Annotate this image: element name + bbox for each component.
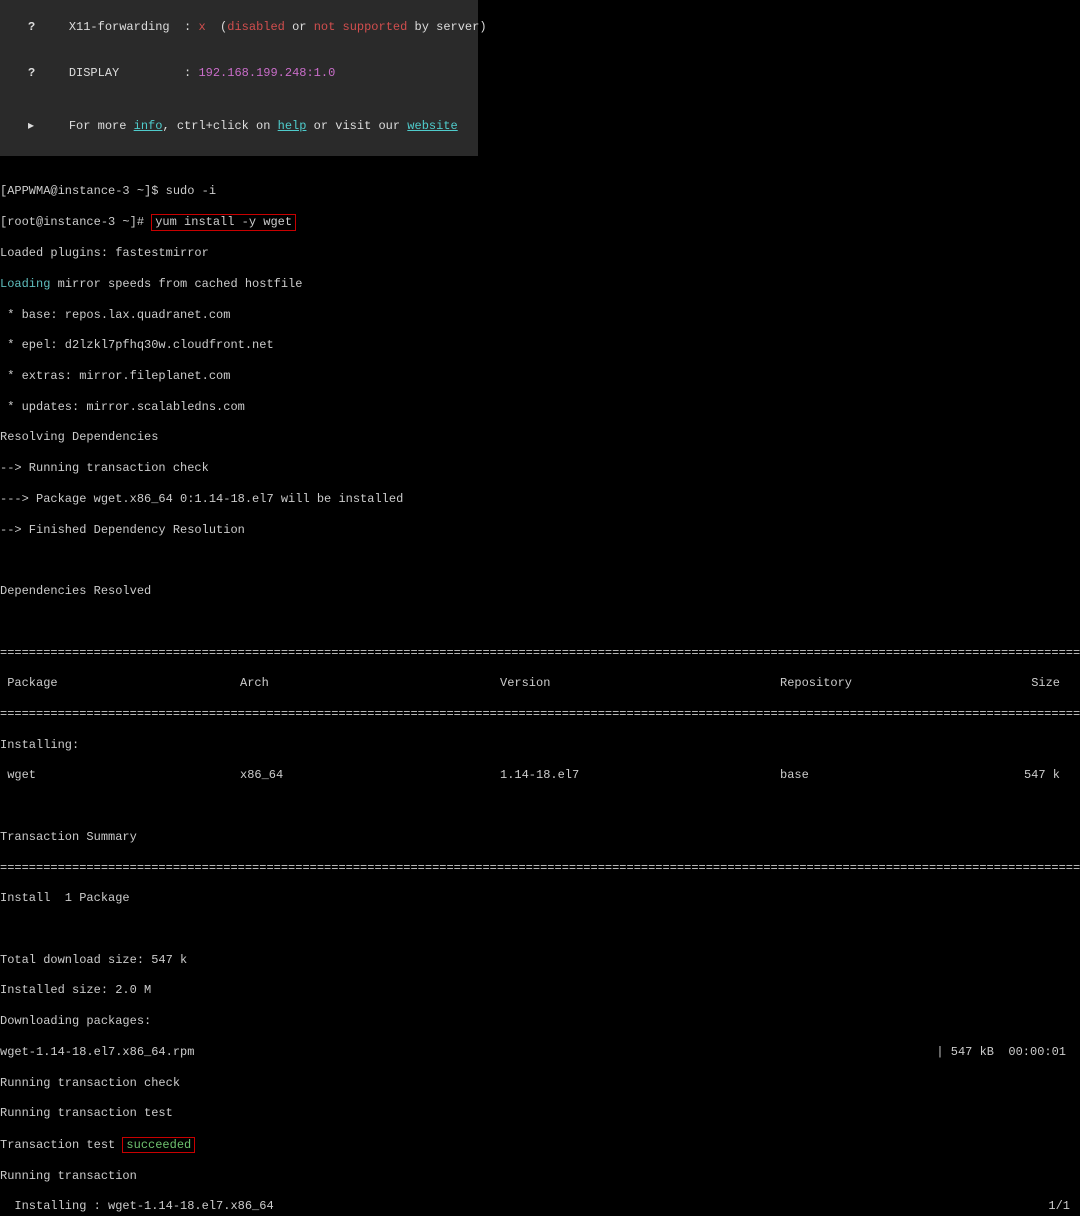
website-link[interactable]: website bbox=[407, 119, 457, 133]
blank-line bbox=[0, 799, 1080, 814]
triangle-icon: ▸ bbox=[28, 119, 34, 135]
display-row: ? DISPLAY : 192.168.199.248:1.0 bbox=[0, 51, 478, 98]
output-line: * base: repos.lax.quadranet.com bbox=[0, 308, 1080, 323]
col-version: Version bbox=[500, 676, 780, 691]
output-line: * updates: mirror.scalabledns.com bbox=[0, 400, 1080, 415]
row-arch: x86_64 bbox=[240, 768, 500, 783]
colon: : bbox=[184, 66, 191, 80]
blank-line bbox=[0, 922, 1080, 937]
rpm-progress: | 547 kB 00:00:01 bbox=[926, 1045, 1066, 1060]
help-link[interactable]: help bbox=[278, 119, 307, 133]
display-label: DISPLAY bbox=[69, 66, 119, 80]
prompt-line: [root@instance-3 ~]# yum install -y wget bbox=[0, 214, 1080, 230]
output-line: * extras: mirror.fileplanet.com bbox=[0, 369, 1080, 384]
col-size: Size bbox=[1000, 676, 1060, 691]
more-mid: , ctrl+click on bbox=[162, 119, 277, 133]
output-line: Dependencies Resolved bbox=[0, 584, 1080, 599]
question-icon: ? bbox=[28, 66, 35, 82]
output-line: * epel: d2lzkl7pfhq30w.cloudfront.net bbox=[0, 338, 1080, 353]
loading-rest: mirror speeds from cached hostfile bbox=[50, 277, 302, 291]
installed-size: Installed size: 2.0 M bbox=[0, 983, 1080, 998]
output-line: Loading mirror speeds from cached hostfi… bbox=[0, 277, 1080, 292]
col-package: Package bbox=[0, 676, 240, 691]
tx-test-label: Transaction test bbox=[0, 1138, 122, 1152]
col-arch: Arch bbox=[240, 676, 500, 691]
total-download: Total download size: 547 k bbox=[0, 953, 1080, 968]
colon: : bbox=[184, 20, 191, 34]
more-or: or visit our bbox=[306, 119, 407, 133]
prompt-line: [APPWMA@instance-3 ~]$ sudo -i bbox=[0, 184, 1080, 199]
output-line: Running transaction check bbox=[0, 1076, 1080, 1091]
x11-label: X11-forwarding bbox=[69, 20, 170, 34]
rpm-name: wget-1.14-18.el7.x86_64.rpm bbox=[0, 1045, 926, 1060]
row-size: 547 k bbox=[1000, 768, 1060, 783]
install-step: Installing : wget-1.14-18.el7.x86_641/1 bbox=[0, 1199, 1080, 1214]
ssh-info-box: ? X11-forwarding : x (disabled or not sup… bbox=[0, 0, 478, 156]
tx-test-line: Transaction test succeeded bbox=[0, 1137, 1080, 1153]
x11-notsupported: not supported bbox=[314, 20, 408, 34]
installing-label: Installing: bbox=[0, 738, 1080, 753]
output-line: Running transaction test bbox=[0, 1106, 1080, 1121]
x11-by: by server) bbox=[407, 20, 486, 34]
paren-open: ( bbox=[206, 20, 228, 34]
output-line: --> Finished Dependency Resolution bbox=[0, 523, 1080, 538]
display-value: 192.168.199.248:1.0 bbox=[198, 66, 335, 80]
output-line: --> Running transaction check bbox=[0, 461, 1080, 476]
root-prompt: [root@instance-3 ~]# bbox=[0, 215, 151, 229]
x11-row: ? X11-forwarding : x (disabled or not sup… bbox=[0, 4, 478, 51]
user-prompt: [APPWMA@instance-3 ~]$ bbox=[0, 184, 166, 198]
info-link[interactable]: info bbox=[134, 119, 163, 133]
row-package: wget bbox=[0, 768, 240, 783]
rpm-line: wget-1.14-18.el7.x86_64.rpm| 547 kB 00:0… bbox=[0, 1045, 1080, 1060]
col-repo: Repository bbox=[780, 676, 1000, 691]
table-bar: ========================================… bbox=[0, 707, 1080, 722]
yum-install-highlight: yum install -y wget bbox=[151, 214, 296, 230]
row-repo: base bbox=[780, 768, 1000, 783]
x-icon: x bbox=[198, 20, 205, 34]
row-version: 1.14-18.el7 bbox=[500, 768, 780, 783]
install-count: Install 1 Package bbox=[0, 891, 1080, 906]
table-bar: ========================================… bbox=[0, 861, 1080, 876]
tx-summary: Transaction Summary bbox=[0, 830, 1080, 845]
step-count: 1/1 bbox=[1040, 1199, 1070, 1214]
table-bar: ========================================… bbox=[0, 646, 1080, 661]
succeeded-highlight: succeeded bbox=[122, 1137, 195, 1153]
loading-word: Loading bbox=[0, 277, 50, 291]
x11-disabled: disabled bbox=[227, 20, 285, 34]
question-icon: ? bbox=[28, 20, 35, 36]
blank-line bbox=[0, 553, 1080, 568]
table-header: PackageArchVersionRepositorySize bbox=[0, 676, 1080, 691]
output-line: Running transaction bbox=[0, 1169, 1080, 1184]
output-line: Resolving Dependencies bbox=[0, 430, 1080, 445]
more-prefix: For more bbox=[69, 119, 134, 133]
terminal-output[interactable]: [APPWMA@instance-3 ~]$ sudo -i [root@ins… bbox=[0, 168, 1080, 1216]
more-info-row: ▸ For more info, ctrl+click on help or vi… bbox=[0, 104, 478, 151]
x11-or: or bbox=[285, 20, 314, 34]
step-label: Installing : wget-1.14-18.el7.x86_64 bbox=[0, 1199, 1040, 1214]
sudo-cmd: sudo -i bbox=[166, 184, 216, 198]
blank-line bbox=[0, 615, 1080, 630]
downloading: Downloading packages: bbox=[0, 1014, 1080, 1029]
output-line: Loaded plugins: fastestmirror bbox=[0, 246, 1080, 261]
table-row: wgetx86_641.14-18.el7base547 k bbox=[0, 768, 1080, 783]
output-line: ---> Package wget.x86_64 0:1.14-18.el7 w… bbox=[0, 492, 1080, 507]
